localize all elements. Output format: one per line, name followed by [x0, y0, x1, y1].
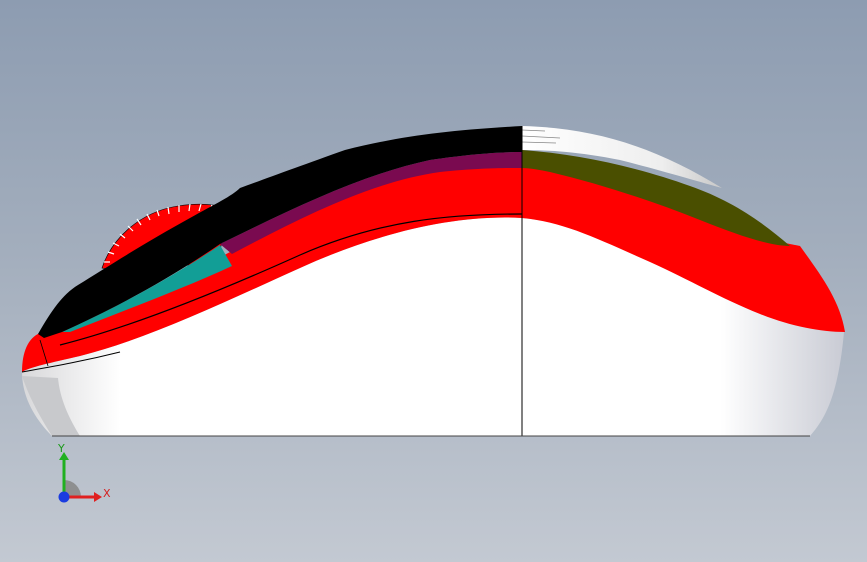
graphics-viewport[interactable]: Y X — [0, 0, 867, 562]
mouse-model[interactable] — [0, 0, 867, 562]
z-axis-icon — [58, 491, 70, 503]
x-axis-label: X — [103, 487, 111, 500]
coordinate-triad: Y X — [48, 440, 118, 510]
y-axis-label: Y — [58, 442, 65, 455]
